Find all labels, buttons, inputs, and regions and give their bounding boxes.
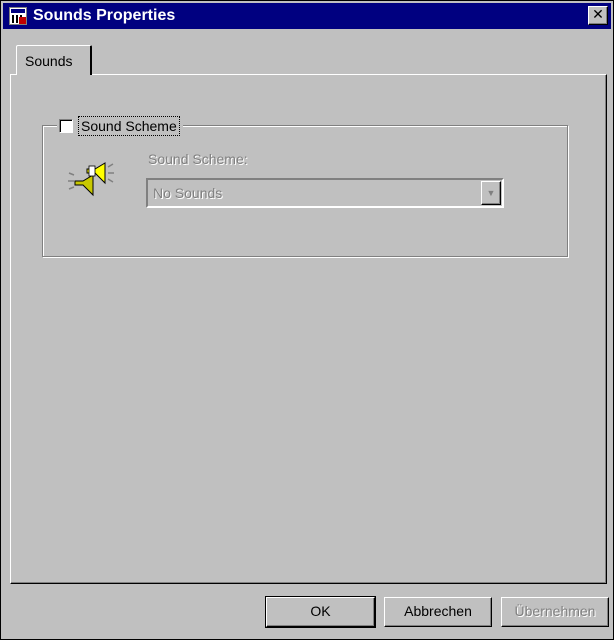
close-button[interactable]: ✕ — [588, 6, 608, 25]
sound-scheme-legend: Sound Scheme — [57, 115, 183, 137]
sound-scheme-value: No Sounds — [153, 185, 223, 201]
cancel-button[interactable]: Abbrechen — [384, 597, 492, 627]
close-icon: ✕ — [592, 7, 604, 23]
speaker-icon — [68, 162, 114, 197]
sound-scheme-checkbox-label[interactable]: Sound Scheme — [78, 116, 180, 136]
tab-sounds[interactable]: Sounds — [16, 45, 92, 75]
dropdown-arrow-button[interactable]: ▼ — [481, 181, 501, 205]
chevron-down-icon: ▼ — [486, 188, 496, 198]
title-bar[interactable]: Sounds Properties ✕ — [3, 3, 611, 29]
tab-sounds-label: Sounds — [25, 53, 73, 69]
ok-button[interactable]: OK — [265, 596, 376, 628]
sound-scheme-label: Sound Scheme: — [148, 151, 248, 167]
apply-button[interactable]: Übernehmen — [501, 597, 609, 627]
window-title: Sounds Properties — [33, 7, 176, 24]
window-app-icon[interactable] — [9, 7, 27, 25]
sound-scheme-dropdown[interactable]: No Sounds ▼ — [146, 178, 504, 208]
sound-scheme-checkbox[interactable] — [59, 119, 73, 133]
sounds-properties-window: Sounds Properties ✕ Sounds Sound Scheme … — [0, 0, 614, 640]
